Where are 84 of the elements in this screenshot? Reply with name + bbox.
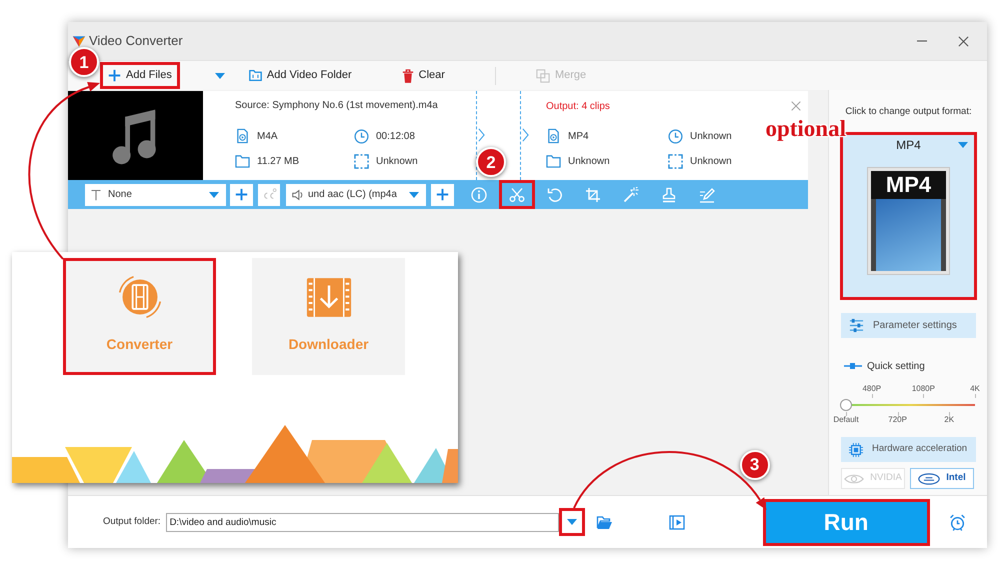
pen-icon — [699, 186, 715, 202]
close-icon — [791, 101, 801, 111]
output-summary: Output: 4 clips — [546, 100, 610, 114]
captions-icon — [261, 188, 277, 201]
cut-button[interactable] — [499, 180, 535, 209]
slider-line-icon — [844, 362, 862, 370]
folder-dropdown-button[interactable] — [558, 508, 585, 536]
folder-icon — [235, 154, 250, 168]
stamp-icon — [661, 186, 677, 202]
oval-logo-icon — [918, 472, 940, 484]
step-marker: 3 — [740, 450, 770, 480]
file-play-icon — [235, 128, 250, 144]
parameter-settings-button[interactable]: Parameter settings — [841, 313, 976, 338]
add-button[interactable] — [431, 184, 454, 206]
caret-icon — [409, 192, 419, 198]
add-button[interactable] — [230, 184, 253, 206]
slider-tick-label: Default — [833, 415, 859, 424]
crop-icon — [585, 186, 601, 202]
alarm-clock-icon — [949, 514, 966, 530]
subtitle-dropdown[interactable]: None — [85, 184, 226, 206]
file-format: MP4 — [568, 130, 589, 144]
quick-setting-label: Quick setting — [867, 360, 925, 374]
clock-icon — [354, 128, 369, 144]
clear-button[interactable]: Clear — [394, 62, 453, 89]
slider-tick-label: 2K — [944, 415, 954, 424]
step-marker: 1 — [69, 47, 99, 77]
sliders-icon — [849, 318, 864, 333]
file-size: 11.27 MB — [257, 154, 300, 168]
magic-wand-icon — [623, 186, 639, 202]
app-logo-icon — [72, 34, 86, 48]
gpu-option[interactable]: Intel — [910, 468, 974, 489]
plus-icon — [235, 188, 248, 201]
plus-icon — [108, 69, 121, 82]
scissors-icon — [509, 186, 525, 202]
slider-tick-label: 4K — [970, 384, 980, 393]
audio-track-dropdown[interactable]: und aac (LC) (mp4a — [286, 184, 426, 206]
dashed-frame-icon — [668, 154, 683, 168]
duration: 00:12:08 — [376, 130, 415, 144]
resolution: Unknown — [376, 154, 418, 168]
slider-tick-label: 1080P — [912, 384, 935, 393]
caret-icon — [958, 142, 968, 148]
output-folder-label: Output folder: — [103, 514, 161, 529]
folder-icon — [248, 69, 262, 82]
film-download-icon — [306, 276, 352, 318]
clock-icon — [668, 128, 683, 144]
text-icon — [90, 188, 102, 200]
circular-arrow-icon — [547, 186, 563, 202]
captions-button[interactable] — [258, 184, 280, 206]
remove-file-button[interactable] — [791, 101, 801, 111]
file-play-icon — [546, 128, 561, 144]
file-size: Unknown — [568, 154, 610, 168]
step-marker: 2 — [476, 147, 506, 177]
plus-icon — [436, 188, 449, 201]
add-files-button[interactable]: Add Files — [100, 62, 180, 89]
slider-tick-label: 480P — [862, 384, 882, 393]
chip-icon — [849, 442, 863, 456]
close-icon — [958, 36, 968, 46]
caret-icon — [214, 72, 225, 78]
folder-icon — [546, 154, 561, 168]
folder-open-icon — [596, 514, 614, 530]
eye-logo-icon — [844, 472, 864, 484]
slider-tick-label: 720P — [888, 415, 907, 424]
caret-icon — [209, 192, 219, 198]
resolution: Unknown — [690, 154, 732, 168]
speaker-icon — [291, 188, 305, 202]
info-icon — [471, 186, 487, 202]
file-format: M4A — [257, 130, 278, 144]
slider-thumb[interactable] — [840, 399, 852, 411]
output-folder-field[interactable]: D:\video and audio\music — [166, 512, 559, 532]
hardware-acceleration-header: Hardware acceleration — [841, 437, 976, 462]
chevron-icon — [478, 128, 485, 142]
format-hint: Click to change output format: — [844, 106, 973, 117]
chevron-icon — [522, 128, 529, 142]
source-file-name: Source: Symphony No.6 (1st movement).m4a — [235, 100, 438, 112]
add-folder-button[interactable]: Add Video Folder — [240, 62, 360, 89]
overlapping-squares-icon — [536, 68, 550, 82]
film-circle-icon — [116, 274, 162, 320]
caret-icon — [566, 519, 577, 525]
format-name: MP4 — [896, 137, 921, 153]
trash-icon — [402, 68, 414, 82]
duration: Unknown — [690, 130, 732, 144]
dashed-frame-icon — [354, 154, 369, 168]
video-file-icon — [668, 514, 685, 530]
tile-label: MP4 — [871, 171, 946, 199]
